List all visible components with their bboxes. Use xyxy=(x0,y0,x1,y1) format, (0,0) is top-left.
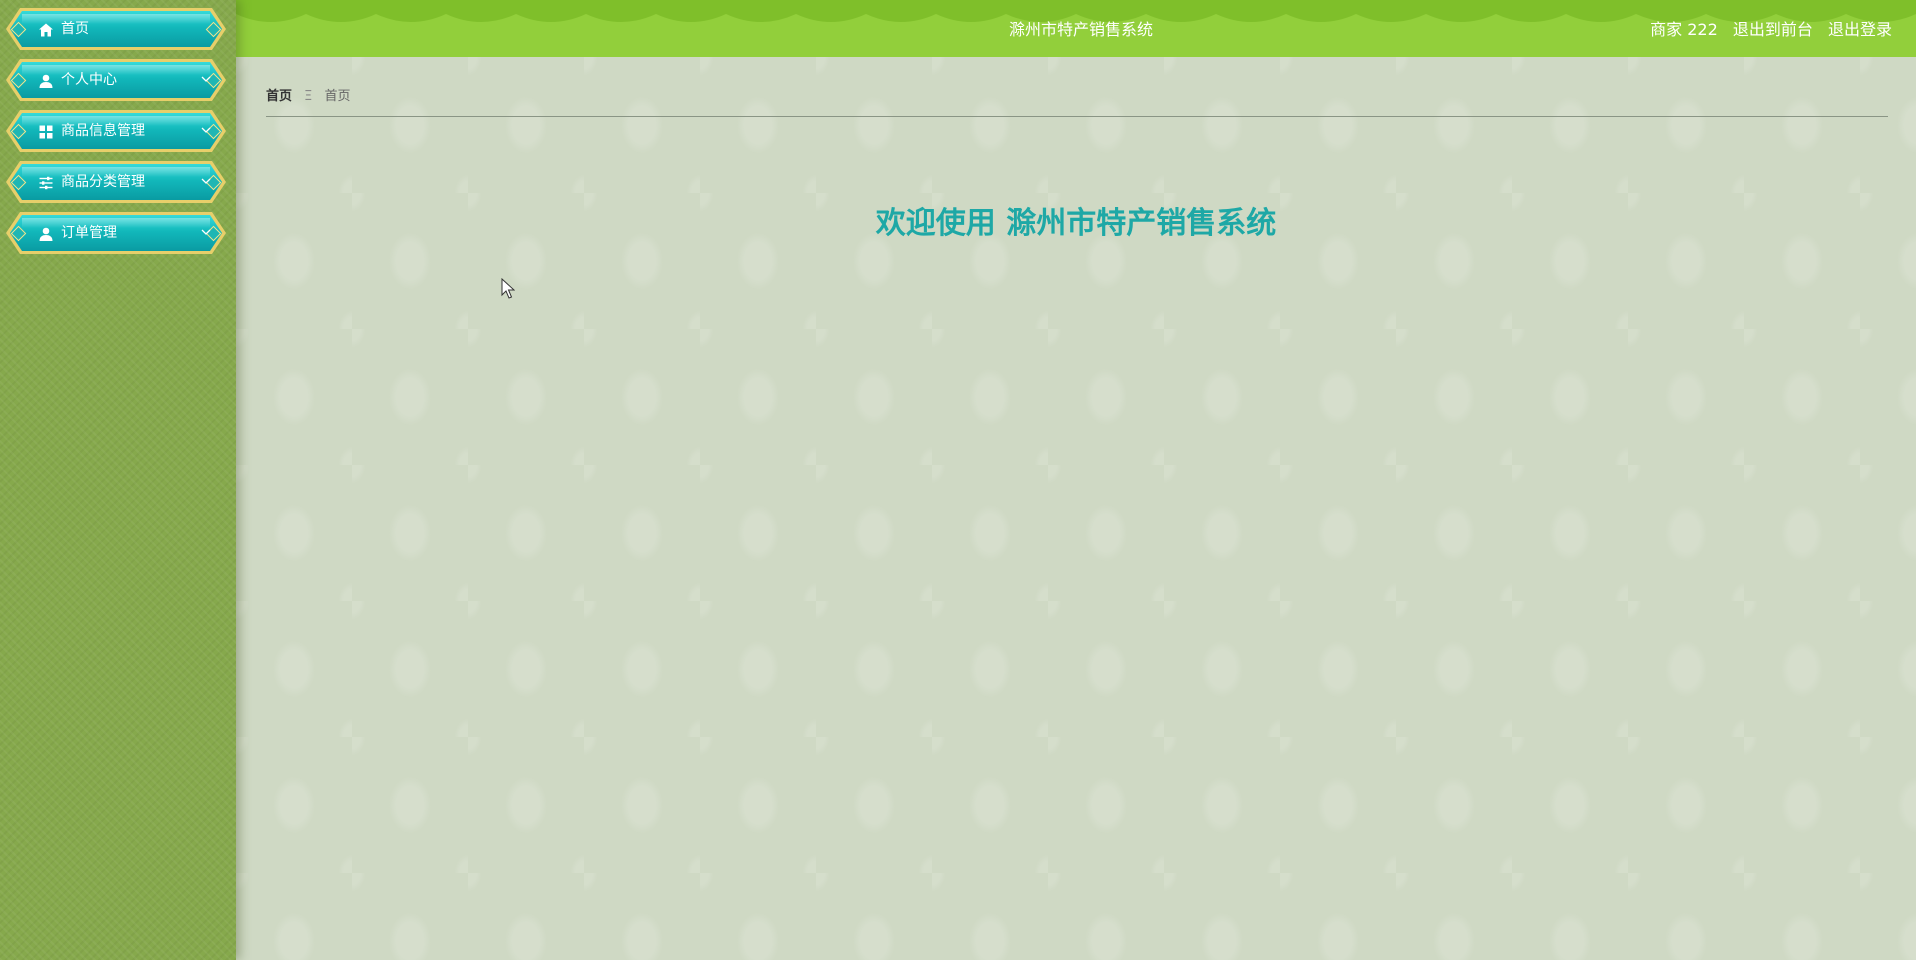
exit-to-front-link[interactable]: 退出到前台 xyxy=(1733,20,1813,39)
sidebar-item-label: 首页 xyxy=(61,21,89,37)
grid-icon xyxy=(39,125,53,139)
welcome-heading: 欢迎使用 滁州市特产销售系统 xyxy=(875,206,1277,241)
user-icon xyxy=(39,74,53,88)
sidebar-item-personal-center[interactable]: 个人中心 xyxy=(6,59,226,101)
sidebar-item-label: 商品信息管理 xyxy=(61,123,145,139)
logout-link[interactable]: 退出登录 xyxy=(1828,20,1892,39)
home-icon xyxy=(39,23,53,37)
chevron-down-icon xyxy=(201,229,211,235)
chevron-down-icon xyxy=(201,127,211,133)
breadcrumb-separator: Ξ xyxy=(304,89,313,104)
breadcrumb-current: 首页 xyxy=(324,89,351,104)
chevron-down-icon xyxy=(201,178,211,184)
sidebar: 首页 个人中心 商品信息管理 商品分类管理 订单管理 xyxy=(0,0,236,960)
sidebar-item-orders[interactable]: 订单管理 xyxy=(6,212,226,254)
breadcrumb-home-link[interactable]: 首页 xyxy=(266,89,292,104)
header-user-area: 商家 222 退出到前台 退出登录 xyxy=(1650,16,1892,40)
top-header: 滁州市特产销售系统 商家 222 退出到前台 退出登录 xyxy=(236,0,1916,57)
user-icon xyxy=(39,227,53,241)
sidebar-item-product-info[interactable]: 商品信息管理 xyxy=(6,110,226,152)
main-content: 首页 Ξ 首页 欢迎使用 滁州市特产销售系统 xyxy=(236,57,1916,960)
sidebar-item-product-category[interactable]: 商品分类管理 xyxy=(6,161,226,203)
sidebar-item-label: 订单管理 xyxy=(61,225,117,241)
chevron-down-icon xyxy=(201,76,211,82)
breadcrumb-divider xyxy=(266,116,1888,117)
sidebar-item-label: 个人中心 xyxy=(61,72,117,88)
sidebar-item-label: 商品分类管理 xyxy=(61,174,145,190)
breadcrumb: 首页 Ξ 首页 xyxy=(266,85,351,104)
mouse-cursor-icon xyxy=(501,278,515,299)
sliders-icon xyxy=(39,176,53,190)
sidebar-item-home[interactable]: 首页 xyxy=(6,8,226,50)
current-user-label: 商家 222 xyxy=(1650,20,1718,39)
